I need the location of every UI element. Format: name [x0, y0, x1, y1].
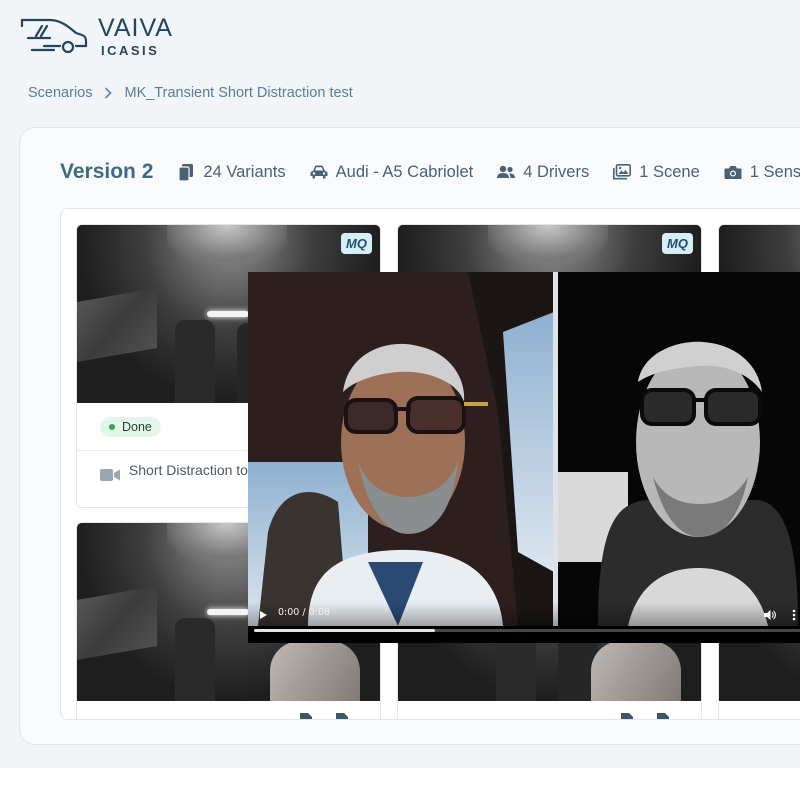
- status-label: Done: [122, 420, 152, 434]
- brand-name: VAIVA: [98, 14, 173, 42]
- document-icon[interactable]: [336, 713, 350, 719]
- breadcrumb-current: MK_Transient Short Distraction test: [124, 85, 353, 101]
- scenes-count: 1 Scene: [613, 163, 700, 182]
- sensors-count: 1 Sensor: [724, 163, 800, 182]
- variants-count: 24 Variants: [177, 162, 286, 182]
- images-icon: [613, 163, 632, 181]
- more-options-icon[interactable]: [792, 608, 796, 621]
- version-label[interactable]: Version 2: [60, 160, 153, 184]
- driver-face-image: [248, 272, 554, 626]
- camera-icon: [724, 163, 742, 181]
- drivers-label: 4 Drivers: [523, 162, 590, 181]
- status-dot: [109, 424, 115, 430]
- scenes-label: 1 Scene: [639, 162, 700, 181]
- status-badge: Done: [100, 417, 161, 437]
- volume-icon[interactable]: [764, 608, 776, 620]
- play-icon[interactable]: [260, 611, 267, 619]
- chevron-right-icon: [104, 87, 113, 99]
- document-icon[interactable]: [657, 713, 671, 719]
- video-progress-bar[interactable]: [254, 629, 800, 632]
- mq-badge: MQ: [341, 233, 372, 254]
- document-icon[interactable]: [621, 713, 635, 719]
- video-camera-icon: [100, 468, 121, 486]
- users-icon: [497, 163, 516, 181]
- car-icon: [310, 163, 328, 181]
- mq-badge: MQ: [662, 233, 693, 254]
- driver-ir-face-image: [558, 272, 800, 626]
- car-logo-icon: [20, 18, 88, 54]
- vehicle-label: Audi - A5 Cabriolet: [335, 162, 474, 181]
- copy-icon: [177, 163, 195, 181]
- sensors-label: 1 Sensor: [749, 162, 800, 181]
- ir-camera-frame: [558, 272, 800, 626]
- brand-subname: ICASIS: [101, 43, 160, 58]
- scenario-summary: Version 2 24 Variants Audi - A5 Cabriole…: [60, 160, 800, 184]
- video-controls: 0:00 / 0:08: [248, 602, 800, 643]
- rgb-camera-frame: [248, 272, 554, 626]
- variants-label: 24 Variants: [203, 162, 286, 181]
- breadcrumb-scenarios-link[interactable]: Scenarios: [28, 85, 92, 101]
- vehicle-info: Audi - A5 Cabriolet: [310, 162, 474, 182]
- video-progress-fill: [254, 629, 435, 632]
- brand-logo[interactable]: VAIVA ICASIS: [20, 16, 173, 57]
- video-player[interactable]: 0:00 / 0:08: [248, 272, 800, 643]
- video-time: 0:00 / 0:08: [278, 607, 330, 618]
- document-icon[interactable]: [300, 713, 314, 719]
- breadcrumb: Scenarios MK_Transient Short Distraction…: [28, 85, 353, 101]
- drivers-count: 4 Drivers: [497, 163, 589, 182]
